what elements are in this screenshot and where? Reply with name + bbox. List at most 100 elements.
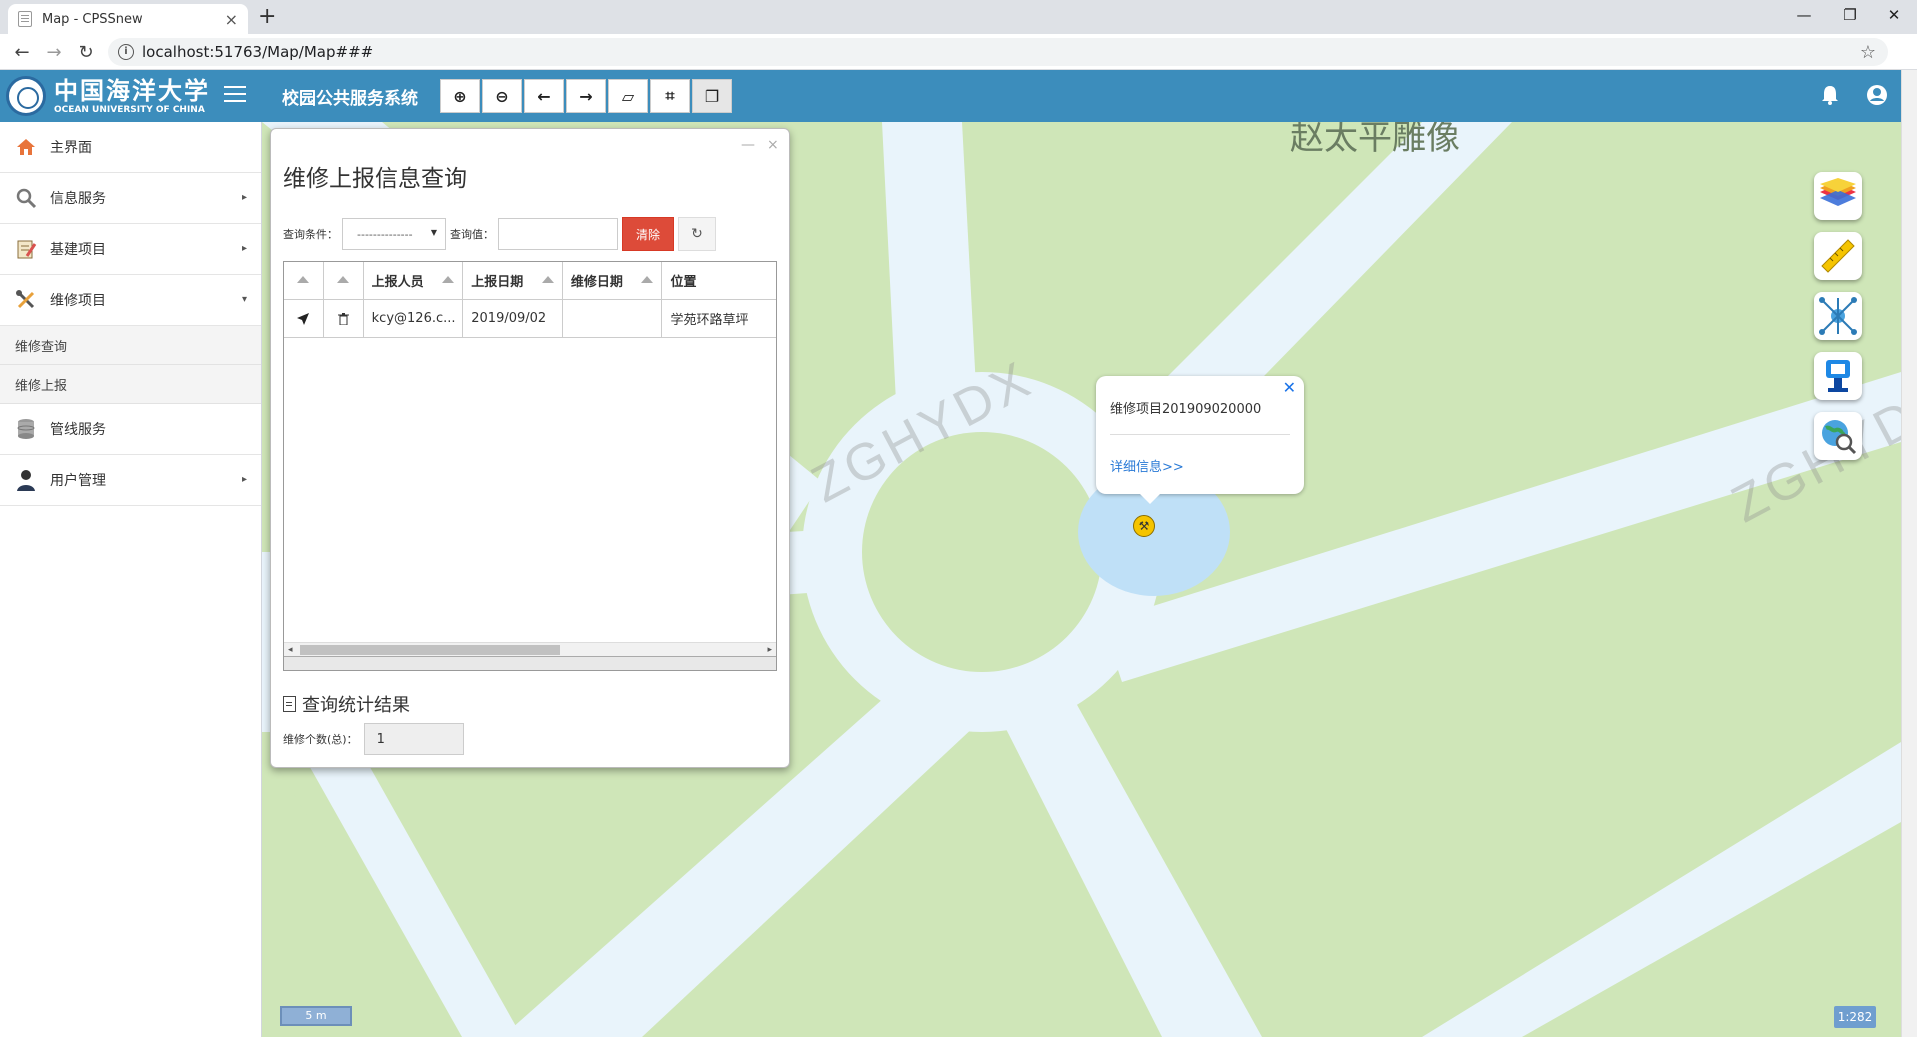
sidebar-item-label: 用户管理 <box>50 473 106 489</box>
browser-address-bar: ← → ↻ i localhost:51763/Map/Map### ☆ <box>0 34 1917 70</box>
table-horizontal-scrollbar[interactable]: ◂ ▸ <box>284 642 776 656</box>
map-zoom-ratio: 1:282 <box>1834 1006 1876 1028</box>
column-header-locate[interactable] <box>284 262 324 299</box>
site-info-icon[interactable]: i <box>118 44 134 60</box>
next-extent-button[interactable]: → <box>566 79 606 113</box>
database-icon <box>14 417 38 441</box>
column-header-reporter[interactable]: 上报人员 <box>364 262 464 299</box>
map-info-popup: ✕ 维修项目201909020000 详细信息>> <box>1096 376 1304 504</box>
tab-close-button[interactable]: × <box>225 10 238 29</box>
sidebar-toggle-menu-icon[interactable] <box>224 86 246 104</box>
chevron-down-icon: ▾ <box>241 294 247 305</box>
user-icon <box>14 468 38 492</box>
repair-marker-icon[interactable]: ⚒ <box>1133 515 1155 537</box>
reload-icon[interactable]: ↻ <box>74 40 98 64</box>
sidebar-item-construction[interactable]: 基建项目 ▸ <box>0 224 261 275</box>
scroll-right-icon[interactable]: ▸ <box>767 643 772 657</box>
popup-title: 维修项目201909020000 <box>1110 402 1262 417</box>
forward-arrow-icon[interactable]: → <box>42 40 66 64</box>
stat-section-title: 查询统计结果 <box>283 691 410 717</box>
window-close-button[interactable]: ✕ <box>1871 0 1917 30</box>
query-condition-label: 查询条件： <box>283 228 338 241</box>
university-seal-icon <box>6 76 46 116</box>
zoom-in-button[interactable]: ⊕ <box>440 79 480 113</box>
zoom-out-button[interactable]: ⊖ <box>482 79 522 113</box>
cell-repair-date <box>563 300 663 337</box>
sort-up-icon <box>442 276 455 283</box>
sort-up-icon <box>296 276 309 283</box>
document-icon <box>283 696 296 712</box>
crop-button[interactable]: ⌗ <box>650 79 690 113</box>
cell-report-date: 2019/09/02 <box>463 300 563 337</box>
globe-search-button[interactable] <box>1814 412 1862 460</box>
column-header-delete[interactable] <box>324 262 364 299</box>
network-analysis-button[interactable] <box>1814 292 1862 340</box>
bookmark-star-icon[interactable]: ☆ <box>1860 42 1876 63</box>
logo-chinese-name: 中国海洋大学 <box>54 76 210 105</box>
layers-button[interactable] <box>1814 172 1862 220</box>
table-header: 上报人员 上报日期 维修日期 位置 <box>284 262 776 300</box>
window-restore-button[interactable]: ❐ <box>1827 0 1873 30</box>
submenu-item-repair-report[interactable]: 维修上报 <box>0 365 261 404</box>
query-row: 查询条件： -------------- 查询值： 清除 ↻ <box>283 217 716 251</box>
sidebar-item-repair[interactable]: 维修项目 ▾ <box>0 275 261 326</box>
chevron-right-icon: ▸ <box>241 192 247 203</box>
window-minimize-button[interactable]: — <box>1781 0 1827 30</box>
full-map-button[interactable]: ▱ <box>608 79 648 113</box>
popup-divider <box>1110 434 1290 435</box>
cell-reporter: kcy@126.c... <box>364 300 464 337</box>
scrollbar-thumb[interactable] <box>300 645 560 655</box>
home-icon <box>14 135 38 159</box>
column-header-repair-date[interactable]: 维修日期 <box>563 262 663 299</box>
robot-tool-button[interactable] <box>1814 352 1862 400</box>
refresh-button[interactable]: ↻ <box>678 217 716 251</box>
query-value-input[interactable] <box>498 218 618 250</box>
notification-bell-icon[interactable] <box>1820 84 1840 111</box>
clear-button[interactable]: 清除 <box>622 217 674 251</box>
sidebar-item-label: 基建项目 <box>50 242 106 258</box>
map-toolbar: ⊕ ⊖ ← → ▱ ⌗ ❐ <box>440 79 734 113</box>
cell-location: 学苑环路草坪 <box>670 313 749 328</box>
previous-extent-button[interactable]: ← <box>524 79 564 113</box>
delete-trash-icon[interactable] <box>324 300 364 337</box>
url-text: localhost:51763/Map/Map### <box>142 43 374 61</box>
page-vertical-scrollbar[interactable] <box>1901 70 1917 1037</box>
back-arrow-icon[interactable]: ← <box>10 40 34 64</box>
panel-minimize-button[interactable]: — <box>741 137 755 153</box>
repair-count-value: 1 <box>363 723 464 755</box>
popup-detail-link[interactable]: 详细信息>> <box>1110 456 1184 475</box>
panel-close-button[interactable]: × <box>767 137 779 153</box>
search-icon <box>14 186 38 210</box>
map-tool-stack <box>1814 172 1864 472</box>
logo-english-name: OCEAN UNIVERSITY OF CHINA <box>54 105 205 115</box>
popup-close-button[interactable]: ✕ <box>1283 378 1296 397</box>
network-icon <box>1819 297 1857 335</box>
new-tab-button[interactable]: + <box>258 4 276 30</box>
university-logo: 中国海洋大学 OCEAN UNIVERSITY OF CHINA <box>0 70 260 122</box>
url-field[interactable]: i localhost:51763/Map/Map### ☆ <box>108 38 1888 66</box>
scroll-left-icon[interactable]: ◂ <box>288 643 293 657</box>
copy-button[interactable]: ❐ <box>692 79 732 113</box>
results-table: 上报人员 上报日期 维修日期 位置 kcy@126.c... 2019/09/0… <box>283 261 777 671</box>
table-row[interactable]: kcy@126.c... 2019/09/02 学苑环路草坪 <box>284 300 776 338</box>
map-scale-bar: 5 m <box>280 1006 352 1026</box>
sidebar-item-pipeline[interactable]: 管线服务 <box>0 404 261 455</box>
browser-tab[interactable]: Map - CPSSnew × <box>8 4 248 34</box>
app-header: 中国海洋大学 OCEAN UNIVERSITY OF CHINA 校园公共服务系… <box>0 70 1901 122</box>
sidebar-item-label: 维修项目 <box>50 293 106 309</box>
sort-up-icon <box>336 276 349 283</box>
panel-title: 维修上报信息查询 <box>283 166 467 192</box>
sidebar-item-info-service[interactable]: 信息服务 ▸ <box>0 173 261 224</box>
column-header-location[interactable]: 位置 <box>662 262 776 299</box>
locate-icon[interactable] <box>284 300 324 337</box>
column-header-report-date[interactable]: 上报日期 <box>463 262 563 299</box>
query-condition-select[interactable]: -------------- <box>342 218 446 250</box>
submenu-item-repair-query[interactable]: 维修查询 <box>0 326 261 365</box>
user-account-icon[interactable] <box>1866 84 1888 111</box>
sidebar-item-user-management[interactable]: 用户管理 ▸ <box>0 455 261 506</box>
chevron-right-icon: ▸ <box>241 474 247 485</box>
measure-button[interactable] <box>1814 232 1862 280</box>
globe-search-icon <box>1822 420 1857 455</box>
sidebar-item-home[interactable]: 主界面 <box>0 122 261 173</box>
stat-row: 维修个数(总)： 1 <box>283 723 464 755</box>
